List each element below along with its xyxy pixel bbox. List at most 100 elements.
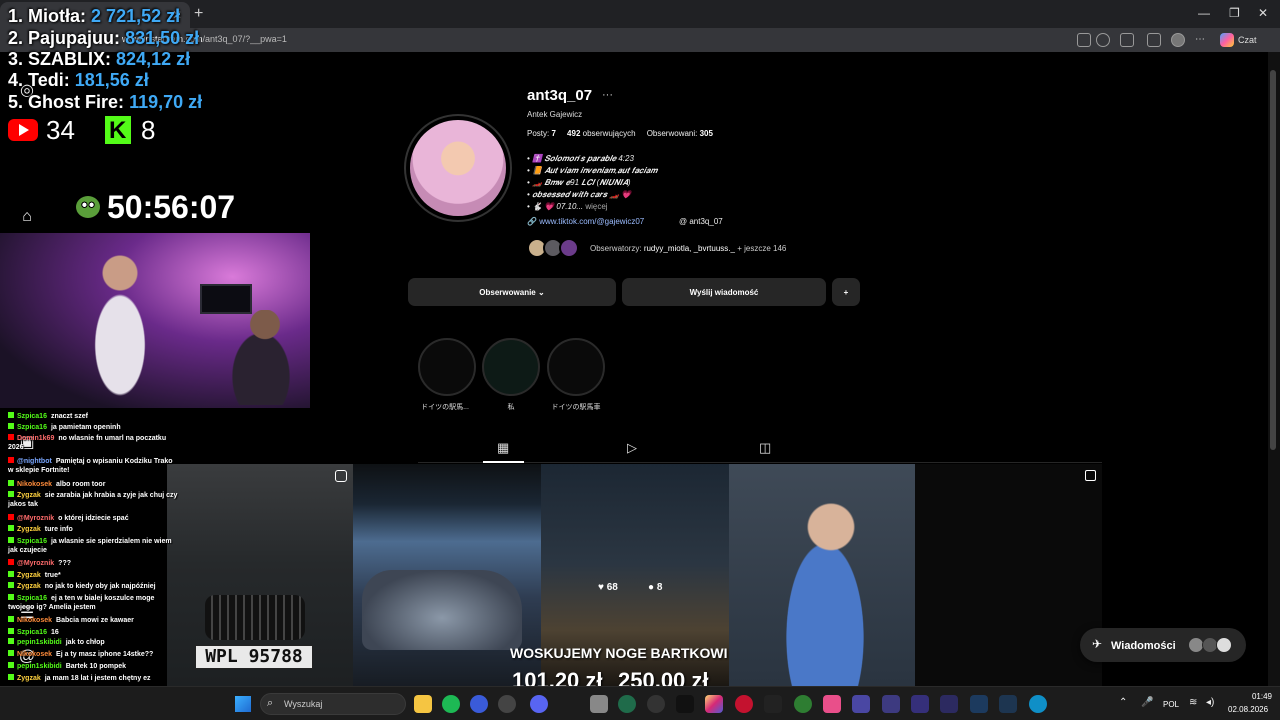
window-close-icon[interactable]: ✕ <box>1258 6 1268 20</box>
profile-options-icon[interactable]: ··· <box>602 89 613 101</box>
home-icon[interactable]: ⌂ <box>18 208 36 226</box>
chat-text: znaczt szef <box>50 413 88 420</box>
chat-username: Szpica16 <box>17 629 47 636</box>
file-explorer-icon[interactable] <box>414 695 432 713</box>
chat-text: ??? <box>58 560 71 567</box>
bio-line: • 𝒐𝒃𝒔𝒆𝒔𝒔𝒆𝒅 𝒘𝒊𝒕𝒉 𝒄𝒂𝒓𝒔 🏎️ 💗 <box>527 190 632 199</box>
following-label[interactable]: Obserwowani: <box>647 129 698 138</box>
kick-letter-icon: K <box>109 117 127 144</box>
followers-count[interactable]: 492 <box>567 129 580 138</box>
posts-grid-icon[interactable]: ▦ <box>497 440 509 456</box>
chat-message: Zygzak no jak to kiedy oby jak najpóźniej <box>8 582 178 591</box>
after-effects-icon[interactable] <box>882 695 900 713</box>
bio-line: • 📙 𝑨𝒖𝒕 𝒗𝒊𝒂𝒎 𝒊𝒏𝒗𝒆𝒏𝒊𝒂𝒎,𝒂𝒖𝒕 𝒇𝒂𝒄𝒊𝒂𝒎 <box>527 166 658 175</box>
wifi-icon[interactable]: ≋ <box>1189 697 1197 708</box>
taskbar-search[interactable] <box>260 693 406 715</box>
premiere-icon[interactable] <box>852 695 870 713</box>
copilot-label[interactable]: Czat <box>1238 35 1257 45</box>
tray-chevron-icon[interactable]: ⌃ <box>1119 697 1127 708</box>
chat-message: @Myroznik o której idziecie spać <box>8 514 178 523</box>
audition-icon[interactable] <box>940 695 958 713</box>
app-icon[interactable] <box>735 695 753 713</box>
send-message-button[interactable]: Wyślij wiadomość <box>622 278 826 306</box>
followers-label[interactable]: obserwujących <box>583 129 636 138</box>
mutual-more[interactable]: + jeszcze 146 <box>737 244 786 253</box>
search-icon[interactable]: ⌕ <box>267 697 273 710</box>
tagged-tab-icon[interactable]: ◫ <box>759 440 771 456</box>
profile-link-text[interactable]: www.tiktok.com/@gajewicz07 <box>539 217 644 226</box>
scrollbar-thumb[interactable] <box>1270 70 1276 450</box>
suggest-users-icon[interactable]: + <box>832 278 860 306</box>
chat-message: @Myroznik??? <box>8 559 178 568</box>
mutual-followers[interactable]: Obserwatorzy: rudyy_miotla, _bvrtuuss._ … <box>590 244 786 253</box>
start-button-icon[interactable] <box>235 696 251 712</box>
highlight-circle[interactable] <box>482 338 540 396</box>
reels-tab-icon[interactable]: ▷ <box>627 440 637 456</box>
follower-avatar[interactable] <box>559 238 579 258</box>
message-avatar[interactable] <box>1216 637 1232 653</box>
apps-icon[interactable] <box>1077 33 1091 47</box>
messages-icon[interactable]: ✈ <box>1092 637 1102 651</box>
lightroom-icon[interactable] <box>999 695 1017 713</box>
ea-app-icon[interactable] <box>470 695 488 713</box>
threads-handle[interactable]: ant3q_07 <box>689 217 722 226</box>
restore-icon[interactable]: ❐ <box>1229 6 1240 20</box>
clock-time[interactable]: 01:49 <box>1244 692 1272 701</box>
messages-label[interactable]: Wiadomości <box>1111 640 1176 652</box>
discord-icon[interactable] <box>530 695 548 713</box>
donor-rank: 1. <box>8 6 24 26</box>
chat-username: Zygzak <box>17 526 41 533</box>
favorites-icon[interactable] <box>1147 33 1161 47</box>
threads-link[interactable]: @ ant3q_07 <box>679 217 723 226</box>
media-encoder-icon[interactable] <box>911 695 929 713</box>
minimize-icon[interactable]: — <box>1198 6 1210 20</box>
following-button[interactable]: Obserwowanie ⌄ <box>408 278 616 306</box>
microphone-icon[interactable]: 🎤 <box>1141 697 1153 708</box>
chat-text: Bartek 10 pompek <box>65 663 127 670</box>
spotify-icon[interactable] <box>442 695 460 713</box>
profile-avatar-icon[interactable] <box>1171 33 1185 47</box>
profile-link[interactable]: 🔗 www.tiktok.com/@gajewicz07 <box>527 217 644 226</box>
store-icon[interactable] <box>590 695 608 713</box>
extensions-icon[interactable] <box>1120 33 1134 47</box>
new-tab-icon[interactable]: + <box>194 5 203 23</box>
app-icon[interactable] <box>823 695 841 713</box>
instagram-icon[interactable] <box>705 695 723 713</box>
kick-badge-icon <box>8 582 14 588</box>
clock-date[interactable]: 02.08.2026 <box>1228 705 1268 714</box>
chat-text: no jak to kiedy oby jak najpóźniej <box>44 583 156 590</box>
chat-username: pepin1skibidi <box>17 639 62 646</box>
mutual-names[interactable]: rudyy_miotla, _bvrtuuss._ <box>644 244 735 253</box>
following-count[interactable]: 305 <box>700 129 713 138</box>
edge-icon[interactable] <box>1029 695 1047 713</box>
app-icon[interactable] <box>618 695 636 713</box>
donor-name: Miotła: <box>28 6 87 26</box>
donor-name: Tedi: <box>28 70 70 90</box>
browser-titlebar <box>0 0 1280 28</box>
highlight-label[interactable]: ドイツの駅馬車 <box>536 402 616 412</box>
app-icon[interactable] <box>647 695 665 713</box>
volume-icon[interactable]: ◂) <box>1206 697 1214 708</box>
webcam-guest <box>225 310 305 405</box>
post-thumbnail[interactable] <box>915 464 1102 686</box>
photoshop-icon[interactable] <box>970 695 988 713</box>
search-placeholder[interactable]: Wyszukaj <box>284 699 322 709</box>
language-indicator[interactable]: POL <box>1163 700 1179 709</box>
bio-line: • 🏎️ 𝑩𝒎𝒘 𝒆91 𝑳𝑪𝑰 (𝑵𝑰𝑼𝑵𝑰𝑨) <box>527 178 631 187</box>
chat-text: o której idziecie spać <box>58 515 129 522</box>
app-icon[interactable] <box>498 695 516 713</box>
app-icon[interactable] <box>794 695 812 713</box>
hudfx-icon[interactable] <box>764 695 782 713</box>
copilot-icon[interactable] <box>1220 33 1234 47</box>
more-menu-icon[interactable]: ⋯ <box>1195 34 1205 45</box>
profile-avatar[interactable] <box>410 120 506 216</box>
highlight-circle[interactable] <box>547 338 605 396</box>
chat-username: @nightbot <box>17 458 52 465</box>
favorite-star-icon[interactable] <box>1096 33 1110 47</box>
tiktok-icon[interactable] <box>676 695 694 713</box>
subathon-timer: 50:56:07 <box>107 189 236 225</box>
chat-message: Szpica16 ej a ten w bialej koszulce moge … <box>8 594 178 612</box>
chat-username: Zygzak <box>17 583 41 590</box>
bio-more-link[interactable]: więcej <box>585 202 607 211</box>
highlight-circle[interactable] <box>418 338 476 396</box>
